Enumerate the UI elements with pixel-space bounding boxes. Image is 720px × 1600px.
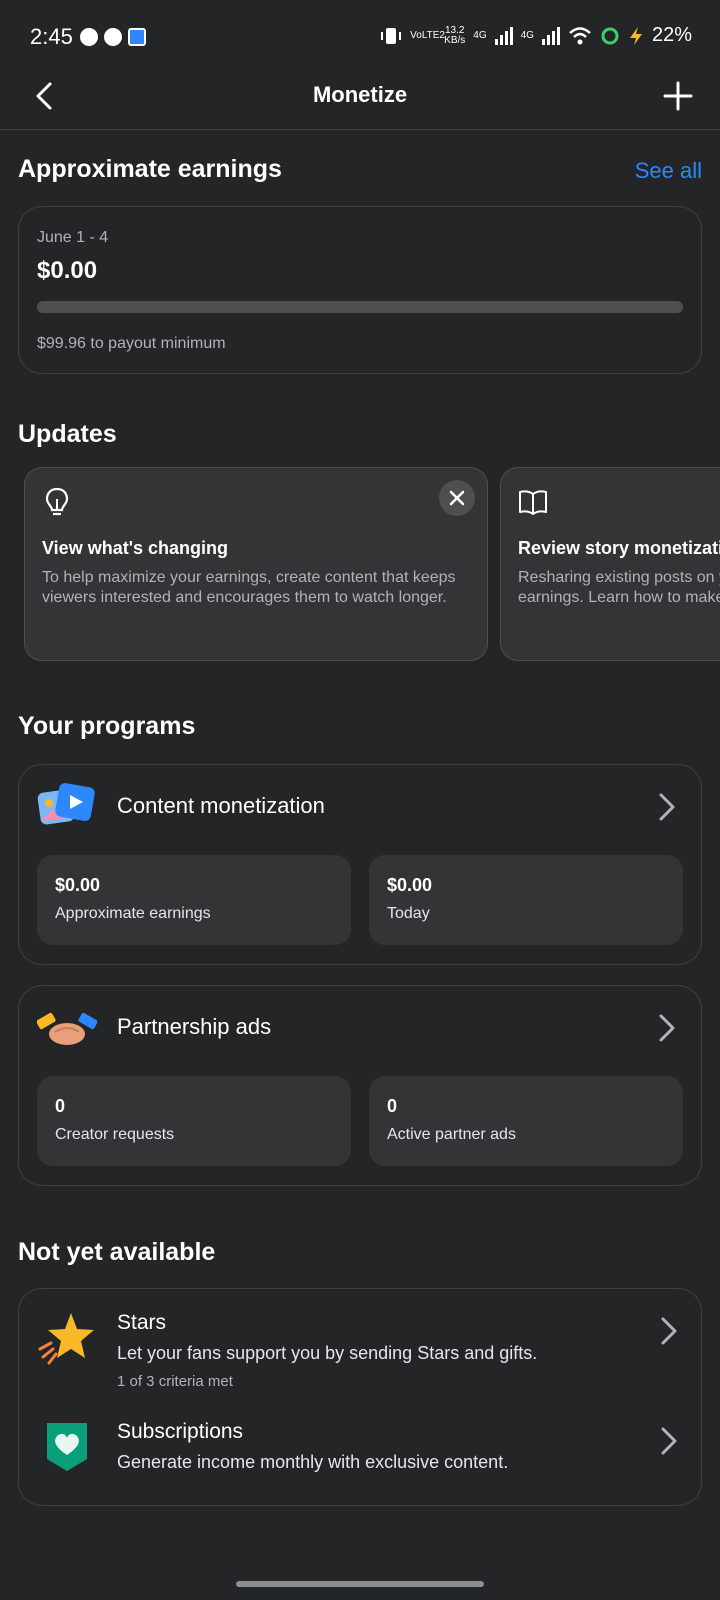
program-card-content-monetization[interactable]: Content monetization $0.00 Approximate e… [18, 764, 702, 965]
stat-approximate-earnings: $0.00 Approximate earnings [37, 855, 351, 945]
stat-creator-requests: 0 Creator requests [37, 1076, 351, 1166]
not-available-section-title: Not yet available [18, 1238, 216, 1266]
update-card[interactable]: View what's changing To help maximize yo… [24, 467, 488, 661]
program-name: Content monetization [117, 793, 325, 818]
dismiss-update-button[interactable] [439, 480, 475, 516]
signal-1-label: 4G [473, 29, 487, 41]
page-title: Monetize [312, 82, 408, 107]
status-indicators: VoLTE2 13.2 KB/s 4G 4G 22% [380, 24, 692, 47]
earnings-card[interactable]: June 1 - 4 $0.00 $99.96 to payout minimu… [18, 206, 702, 374]
messenger-icon [80, 28, 98, 46]
program-card-partnership-ads[interactable]: Partnership ads 0 Creator requests 0 Act… [18, 985, 702, 1186]
stat-value: 0 [387, 1096, 398, 1116]
stat-value: 0 [55, 1096, 66, 1116]
top-nav: Monetize [0, 62, 720, 130]
stat-label: Approximate earnings [55, 905, 211, 922]
stars-title: Stars [117, 1311, 167, 1334]
subscriptions-row[interactable]: Subscriptions Generate income monthly wi… [19, 1399, 703, 1499]
stat-label: Active partner ads [387, 1126, 516, 1143]
ring-icon [601, 27, 619, 44]
star-icon [38, 1313, 94, 1365]
status-time: 2:45 [30, 24, 73, 49]
vibrate-icon [381, 27, 402, 44]
stat-today: $0.00 Today [369, 855, 683, 945]
updates-section-title: Updates [18, 420, 117, 448]
earnings-date-range: June 1 - 4 [37, 229, 109, 246]
plus-icon[interactable] [658, 76, 698, 116]
lightbulb-icon [45, 487, 69, 516]
chevron-right-icon[interactable] [655, 789, 679, 825]
photo-video-icon [37, 783, 95, 825]
update-title: Review story monetization [518, 538, 720, 558]
earnings-section-title: Approximate earnings [18, 155, 282, 183]
not-available-card: Stars Let your fans support you by sendi… [18, 1288, 702, 1506]
payout-progress-bar [37, 301, 683, 313]
signal-1-icon [494, 26, 513, 45]
stars-criteria: 1 of 3 criteria met [117, 1373, 233, 1390]
subscriptions-title: Subscriptions [117, 1420, 244, 1443]
payout-note: $99.96 to payout minimum [37, 335, 226, 352]
update-title: View what's changing [42, 538, 228, 558]
signal-2-label: 4G [520, 29, 534, 41]
update-body: To help maximize your earnings, create c… [42, 569, 456, 606]
see-all-link[interactable]: See all [635, 158, 702, 184]
signal-2-icon [541, 26, 560, 45]
home-indicator[interactable] [236, 1581, 484, 1587]
programs-section-title: Your programs [18, 712, 196, 740]
program-name: Partnership ads [117, 1014, 272, 1039]
close-icon [449, 490, 465, 506]
volte-label: VoLTE2 [410, 29, 445, 41]
stat-value: $0.00 [387, 875, 433, 895]
charging-icon [629, 26, 642, 45]
book-icon [519, 490, 547, 515]
status-bar: 2:45 VoLTE2 13.2 KB/s 4G 4G 22% [0, 0, 720, 62]
handshake-icon [37, 1012, 97, 1045]
stat-active-partner-ads: 0 Active partner ads [369, 1076, 683, 1166]
update-card[interactable]: Review story monetization Resharing exis… [500, 467, 720, 661]
stat-value: $0.00 [55, 875, 101, 895]
stat-label: Today [387, 905, 430, 922]
update-body: Resharing existing posts on your story w… [518, 569, 720, 606]
chevron-right-icon[interactable] [657, 1313, 681, 1349]
stars-row[interactable]: Stars Let your fans support you by sendi… [19, 1289, 703, 1390]
heart-badge-icon [47, 1423, 87, 1471]
earnings-amount: $0.00 [37, 257, 98, 284]
stat-label: Creator requests [55, 1126, 175, 1143]
subscriptions-description: Generate income monthly with exclusive c… [117, 1452, 509, 1472]
network-speed: 13.2 KB/s [444, 24, 466, 46]
chevron-right-icon[interactable] [657, 1423, 681, 1459]
app-notification-icon [128, 28, 146, 46]
wifi-icon [569, 26, 591, 44]
facebook-icon [104, 28, 122, 46]
battery-percent: 22% [651, 24, 692, 46]
chevron-right-icon[interactable] [655, 1010, 679, 1046]
stars-description: Let your fans support you by sending Sta… [117, 1343, 538, 1363]
